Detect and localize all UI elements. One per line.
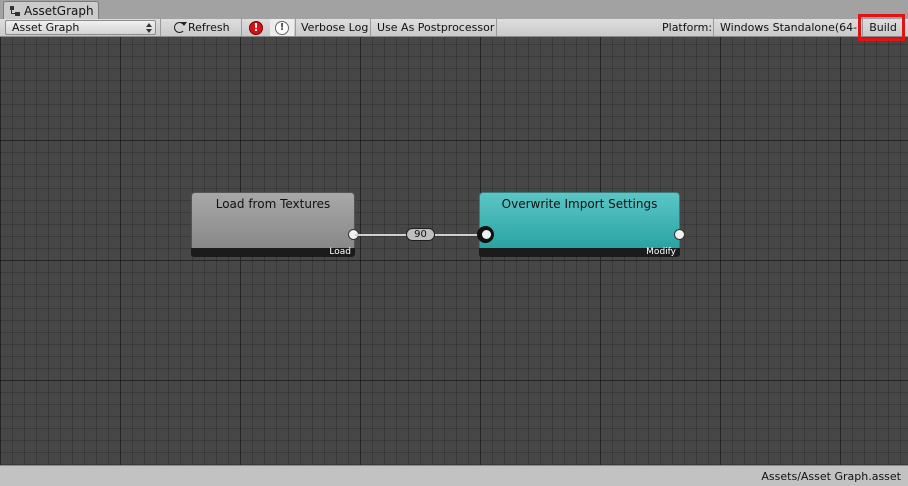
assetgraph-tab[interactable]: AssetGraph: [3, 1, 99, 19]
toolbar-divider: [713, 19, 714, 36]
platform-select-dropdown[interactable]: Windows Standalone(64-b: [716, 19, 860, 36]
refresh-icon: [174, 22, 187, 33]
error-icon: !: [249, 20, 263, 35]
toolbar-divider: [370, 19, 371, 36]
graph-canvas[interactable]: Load from Textures Load 90 Overwrite Imp…: [0, 37, 908, 465]
node-title: Overwrite Import Settings: [501, 197, 658, 211]
graph-select-dropdown[interactable]: Asset Graph: [5, 20, 156, 35]
node-footer-label: Load: [191, 248, 355, 257]
verbose-log-label: Verbose Log: [301, 21, 369, 34]
verbose-log-toggle[interactable]: Verbose Log: [297, 19, 372, 36]
tab-label: AssetGraph: [24, 3, 94, 18]
input-port[interactable]: [477, 226, 494, 243]
node-title: Load from Textures: [215, 197, 331, 211]
node-load-from-textures[interactable]: Load from Textures Load: [191, 192, 359, 257]
status-bar: Assets/Asset Graph.asset: [0, 465, 908, 486]
use-as-postprocessor-label: Use As Postprocessor: [377, 21, 495, 34]
asset-path-label: Assets/Asset Graph.asset: [761, 470, 901, 483]
platform-select-value: Windows Standalone(64-b: [720, 21, 860, 34]
toolbar-divider: [160, 19, 161, 36]
window-tab-strip: AssetGraph: [0, 0, 908, 19]
node-footer-label: Modify: [479, 248, 680, 257]
error-toggle-button[interactable]: !: [245, 19, 267, 36]
node-overwrite-import-settings[interactable]: Overwrite Import Settings Modify: [477, 192, 685, 257]
toolbar-divider: [295, 19, 296, 36]
refresh-label: Refresh: [188, 21, 230, 34]
build-label: Build: [869, 21, 897, 34]
graph-select-value: Asset Graph: [12, 21, 80, 34]
use-as-postprocessor-toggle[interactable]: Use As Postprocessor: [373, 19, 498, 36]
toolbar-divider: [496, 19, 497, 36]
refresh-button[interactable]: Refresh: [170, 19, 230, 36]
graph-icon: [9, 5, 21, 17]
platform-label: Platform:: [662, 21, 713, 34]
warning-icon: !: [275, 20, 289, 35]
toolbar-divider: [241, 19, 242, 36]
warning-toggle-button[interactable]: !: [270, 19, 294, 36]
updown-arrows-icon: [146, 23, 152, 33]
connection-count-badge[interactable]: 90: [406, 228, 435, 241]
output-port[interactable]: [674, 229, 685, 240]
build-button[interactable]: Build: [864, 19, 902, 36]
toolbar: Asset Graph Refresh ! ! Verbose Log Use …: [0, 19, 908, 37]
toolbar-divider: [862, 19, 863, 36]
